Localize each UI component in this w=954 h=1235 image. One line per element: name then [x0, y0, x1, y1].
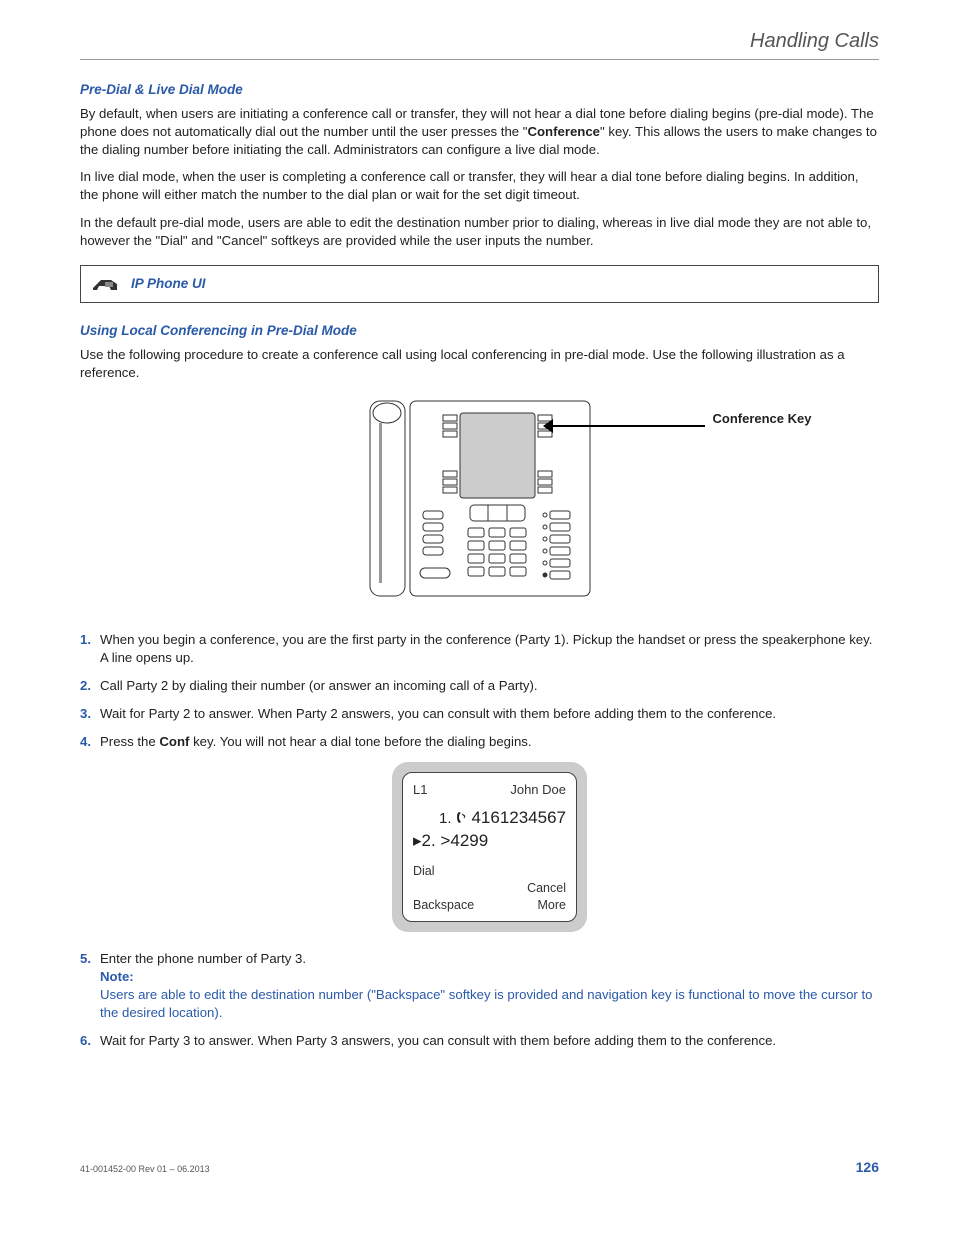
- step-text: Call Party 2 by dialing their number (or…: [100, 678, 538, 693]
- note-label: Note:: [100, 969, 134, 984]
- note-text: Users are able to edit the destination n…: [100, 987, 872, 1020]
- footer-docref: 41-001452-00 Rev 01 – 06.2013: [80, 1164, 210, 1174]
- ip-phone-ui-callout: IP Phone UI: [80, 265, 879, 303]
- softkey-backspace: Backspace: [413, 897, 474, 914]
- screen-number-2: ▸2. >4299: [413, 830, 566, 853]
- handset-icon: [456, 811, 467, 824]
- step-item: Call Party 2 by dialing their number (or…: [80, 677, 879, 695]
- section-heading-local-conf: Using Local Conferencing in Pre-Dial Mod…: [80, 323, 879, 338]
- screen-line-label: L1: [413, 781, 427, 799]
- paragraph: In live dial mode, when the user is comp…: [80, 168, 879, 204]
- footer-page-number: 126: [856, 1159, 879, 1175]
- step-item: Press the Conf key. You will not hear a …: [80, 733, 879, 933]
- paragraph: Use the following procedure to create a …: [80, 346, 879, 382]
- step-text: key. You will not hear a dial tone befor…: [189, 734, 531, 749]
- screen-number-1: 4161234567: [471, 808, 566, 827]
- page-header: Handling Calls: [80, 30, 879, 60]
- arrow-line: [550, 425, 705, 427]
- softkey-cancel: Cancel: [527, 880, 566, 897]
- paragraph: By default, when users are initiating a …: [80, 105, 879, 158]
- screen-caller-name: John Doe: [510, 781, 566, 799]
- paragraph: In the default pre-dial mode, users are …: [80, 214, 879, 250]
- step-text: Press the: [100, 734, 159, 749]
- step-item: When you begin a conference, you are the…: [80, 631, 879, 667]
- page-header-title: Handling Calls: [750, 30, 879, 52]
- callout-label: IP Phone UI: [131, 276, 206, 291]
- step-item: Enter the phone number of Party 3. Note:…: [80, 950, 879, 1021]
- step-item: Wait for Party 3 to answer. When Party 3…: [80, 1032, 879, 1050]
- procedure-steps: When you begin a conference, you are the…: [80, 631, 879, 1049]
- phone-screen-wrap: L1 John Doe 1. 4161234567 ▸2. >4299 Dial: [100, 762, 879, 932]
- bold-text: Conf: [159, 734, 189, 749]
- diagram-arrow-label: Conference Key: [713, 411, 813, 427]
- step-item: Wait for Party 2 to answer. When Party 2…: [80, 705, 879, 723]
- phone-diagram-wrap: Conference Key: [80, 393, 879, 606]
- softkey-more: More: [538, 897, 566, 914]
- step-text: When you begin a conference, you are the…: [100, 632, 872, 665]
- section-heading-predial: Pre-Dial & Live Dial Mode: [80, 82, 879, 97]
- step-text: Enter the phone number of Party 3.: [100, 951, 306, 966]
- softkey-dial: Dial: [413, 863, 435, 880]
- step-text: Wait for Party 3 to answer. When Party 3…: [100, 1033, 776, 1048]
- bold-text: Conference: [527, 124, 600, 139]
- phone-screen: L1 John Doe 1. 4161234567 ▸2. >4299 Dial: [392, 762, 587, 932]
- step-text: Wait for Party 2 to answer. When Party 2…: [100, 706, 776, 721]
- phone-icon: [91, 274, 119, 294]
- page-footer: 41-001452-00 Rev 01 – 06.2013 126: [80, 1159, 879, 1175]
